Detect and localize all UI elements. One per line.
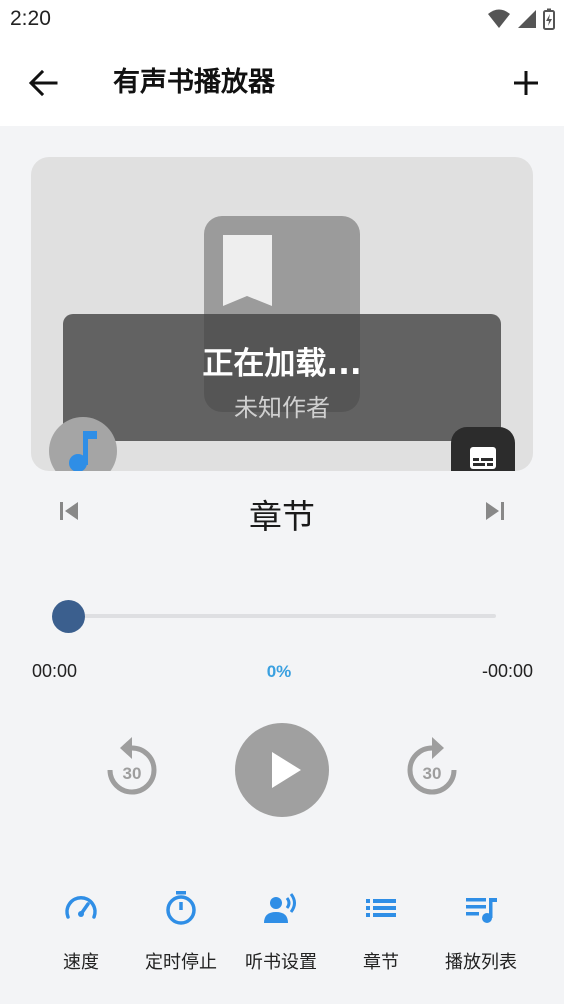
listen-settings-button[interactable]: 听书设置: [230, 884, 332, 980]
voice-settings-icon: [264, 893, 296, 923]
signal-icon: [518, 10, 536, 28]
arrow-left-icon: [28, 69, 58, 97]
chapter-row: 章节: [0, 484, 564, 538]
timer-icon: [166, 891, 196, 925]
bottom-action-bar: 速度 定时停止 听书设置 章节 播放列表: [0, 884, 564, 984]
play-button[interactable]: [235, 723, 329, 817]
rewind-seconds: 30: [123, 764, 142, 783]
forward-button[interactable]: 30: [402, 734, 462, 802]
plus-icon: [514, 71, 538, 95]
cover-card: 正在加载... 未知作者: [31, 157, 533, 471]
app-bar: 有声书播放器: [0, 40, 564, 126]
add-button[interactable]: [504, 62, 548, 104]
list-icon: [366, 899, 396, 917]
progress-percent: 0%: [266, 662, 292, 681]
page-title: 有声书播放器: [113, 67, 275, 98]
speedometer-icon: [65, 896, 97, 919]
chapters-button[interactable]: 章节: [330, 884, 432, 980]
music-button[interactable]: [49, 417, 117, 471]
book-title: 正在加载...: [202, 346, 362, 382]
rewind-button[interactable]: 30: [102, 734, 162, 802]
book-info-overlay: 正在加载... 未知作者: [63, 314, 501, 441]
skip-next-icon: [486, 502, 504, 520]
playlist-label: 播放列表: [445, 952, 517, 973]
wifi-icon: [488, 9, 510, 28]
subtitles-button[interactable]: [451, 427, 515, 471]
seek-bar[interactable]: [68, 614, 496, 618]
battery-icon: [543, 8, 555, 30]
music-note-icon: [69, 431, 97, 471]
play-icon: [272, 752, 301, 788]
playlist-icon: [466, 898, 497, 923]
status-time: 2:20: [10, 7, 51, 30]
status-icons: [488, 8, 555, 30]
sleep-timer-button[interactable]: 定时停止: [130, 884, 232, 980]
remaining-time: -00:00: [481, 661, 533, 681]
playlist-button[interactable]: 播放列表: [430, 884, 532, 980]
book-author: 未知作者: [234, 394, 330, 422]
replay-30-icon: 30: [107, 737, 157, 795]
seek-thumb[interactable]: [51, 600, 85, 633]
subtitles-icon: [470, 447, 496, 469]
forward-seconds: 30: [423, 764, 442, 783]
next-chapter-button[interactable]: [476, 492, 514, 530]
back-button[interactable]: [20, 62, 66, 104]
status-bar: 2:20: [0, 0, 564, 40]
speed-button[interactable]: 速度: [30, 884, 132, 980]
forward-30-icon: 30: [407, 737, 457, 795]
